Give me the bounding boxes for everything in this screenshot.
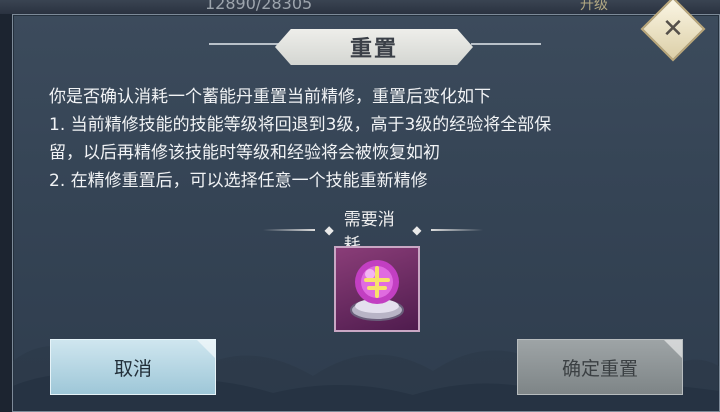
button-corner-decoration <box>664 340 682 358</box>
diamond-ornament-icon: ◆ <box>412 223 422 237</box>
background-status-strip: 12890/28305 升级 <box>0 0 720 14</box>
confirm-reset-button[interactable]: 确定重置 <box>517 339 683 395</box>
reset-description: 你是否确认消耗一个蓄能丹重置当前精修，重置后变化如下 1. 当前精修技能的技能等… <box>49 83 699 195</box>
cancel-button-label: 取消 <box>113 357 152 380</box>
description-line: 2. 在精修重置后，可以选择任意一个技能重新精修 <box>49 171 428 191</box>
cancel-button[interactable]: 取消 <box>50 339 216 395</box>
title-decoration-right <box>471 43 541 45</box>
diamond-ornament-icon: ◆ <box>324 223 334 237</box>
cost-header: ◆ 需要消耗 ◆ <box>263 210 483 255</box>
confirm-reset-button-label: 确定重置 <box>561 357 638 380</box>
title-tab: 重置 <box>275 29 473 65</box>
description-line: 你是否确认消耗一个蓄能丹重置当前精修，重置后变化如下 <box>49 87 491 107</box>
cost-item-slot[interactable] <box>334 246 420 332</box>
button-corner-decoration <box>197 340 215 358</box>
energy-pill-icon <box>350 260 404 321</box>
title-decoration-left <box>209 43 279 45</box>
background-counter: 12890/28305 <box>205 0 313 13</box>
cost-divider-right <box>431 229 483 231</box>
description-line: 留，以后再精修该技能时等级和经验将会被恢复如初 <box>49 143 440 163</box>
description-line: 1. 当前精修技能的技能等级将回退到3级，高于3级的经验将全部保 <box>49 115 552 135</box>
background-upgrade-label: 升级 <box>580 0 608 13</box>
cost-divider-left <box>263 229 315 231</box>
dialog-title: 重置 <box>349 37 398 62</box>
